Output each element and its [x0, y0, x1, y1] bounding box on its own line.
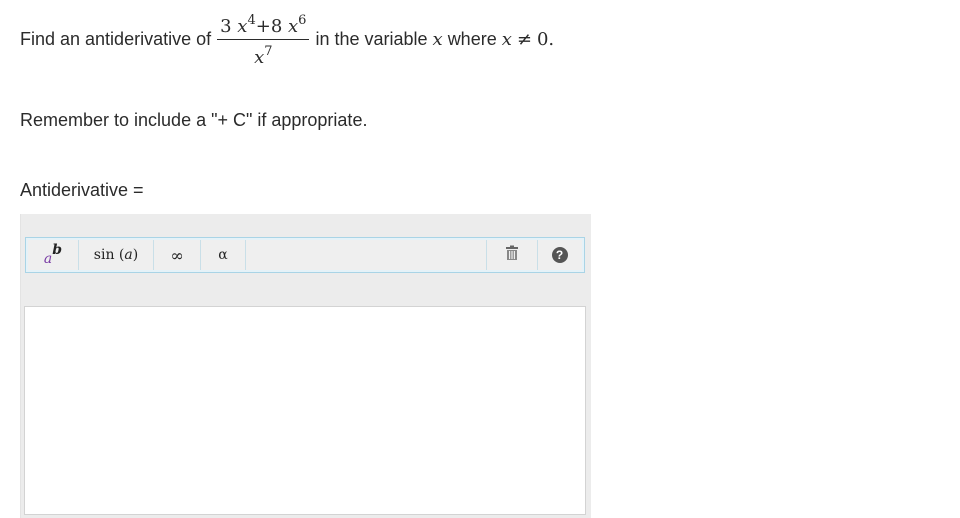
where-text: where — [447, 28, 497, 49]
num-op: +8 — [255, 15, 283, 37]
power-button[interactable]: ab — [28, 240, 79, 270]
num-exp-1: 4 — [247, 12, 256, 28]
fraction-numerator: 3 x4+8 x6 — [217, 11, 309, 39]
question-prefix: Find an antiderivative of — [20, 28, 212, 49]
fraction: 3 x4+8 x6 x7 — [217, 11, 310, 68]
math-toolbar: ab sin (a) ∞ α ? — [25, 237, 585, 273]
infinity-button[interactable]: ∞ — [154, 240, 201, 270]
question-line: Find an antiderivative of 3 x4+8 x6 x7 i… — [20, 8, 554, 70]
answer-input[interactable] — [24, 306, 586, 515]
power-base: a — [43, 251, 53, 267]
den-exp: 7 — [264, 43, 273, 59]
math-editor: ab sin (a) ∞ α ? — [20, 214, 591, 518]
alpha-button[interactable]: α — [201, 240, 246, 270]
condition-value: 0. — [536, 28, 555, 50]
question-suffix: in the variable — [315, 28, 428, 49]
fraction-denominator: x7 — [217, 38, 310, 68]
trash-icon — [504, 245, 520, 265]
clear-button[interactable] — [486, 240, 538, 270]
sin-fn: sin — [93, 247, 115, 263]
sin-button[interactable]: sin (a) — [79, 240, 154, 270]
power-exp: b — [52, 242, 63, 258]
help-icon: ? — [551, 247, 568, 263]
variable-name: x — [432, 28, 443, 50]
sin-close: ) — [132, 247, 139, 263]
num-var-2: x — [288, 15, 299, 37]
condition-relation: ≠ — [516, 28, 532, 50]
answer-label: Antiderivative = — [20, 180, 144, 200]
num-var-1: x — [237, 15, 248, 37]
num-coef: 3 — [220, 15, 232, 37]
remember-hint: Remember to include a "+ C" if appropria… — [20, 110, 368, 130]
den-var: x — [254, 46, 265, 68]
num-exp-2: 6 — [298, 12, 307, 28]
help-button[interactable]: ? — [537, 240, 582, 270]
condition-var: x — [501, 28, 512, 50]
sin-arg: a — [124, 247, 133, 263]
